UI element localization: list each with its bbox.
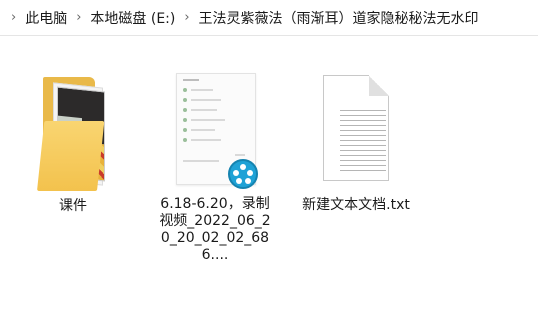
breadcrumb-item-current-folder[interactable]: 王法灵紫薇法（雨渐耳）道家隐秘秘法无水印: [195, 5, 483, 31]
breadcrumb: › 此电脑 › 本地磁盘 (E:) › 王法灵紫薇法（雨渐耳）道家隐秘秘法无水印: [0, 0, 538, 36]
text-file-icon: [316, 75, 396, 185]
chevron-right-icon: ›: [184, 10, 190, 25]
file-name: 新建文本文档.txt: [302, 197, 410, 213]
folder-icon: [37, 75, 109, 195]
video-file-icon: [168, 67, 262, 191]
breadcrumb-item-local-disk-e[interactable]: 本地磁盘 (E:): [86, 5, 179, 31]
file-item-video[interactable]: 6.18-6.20，录制视频_2022_06_20_20_02_02_686..…: [150, 67, 280, 264]
file-name: 课件: [59, 198, 87, 214]
media-player-icon: [228, 159, 258, 189]
chevron-right-icon: ›: [11, 10, 17, 25]
breadcrumb-item-this-pc[interactable]: 此电脑: [21, 5, 71, 31]
file-list: 课件 6.18-6.20，录制视频_2022_06_20_20_02_02_68…: [0, 37, 538, 336]
file-item-text[interactable]: 新建文本文档.txt: [296, 75, 416, 214]
chevron-right-icon: ›: [76, 10, 82, 25]
file-item-folder[interactable]: 课件: [18, 75, 128, 215]
file-name: 6.18-6.20，录制视频_2022_06_20_20_02_02_686..…: [159, 196, 271, 263]
